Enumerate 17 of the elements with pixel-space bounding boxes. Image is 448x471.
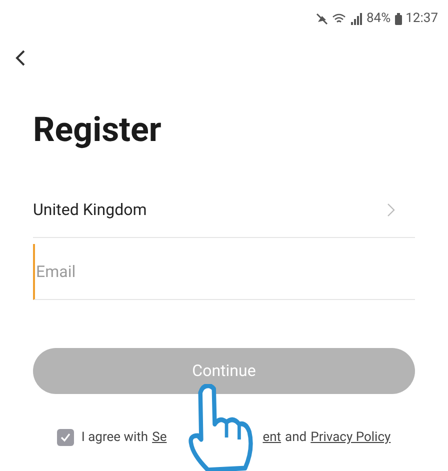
- agreement-text: I agree with: [81, 429, 148, 447]
- page-title: Register: [33, 109, 162, 152]
- battery-icon: [394, 13, 402, 25]
- service-agreement-link-end[interactable]: ent: [262, 428, 282, 448]
- signal-icon: [350, 13, 362, 25]
- battery-percent: 84%: [366, 10, 391, 28]
- wifi-icon: [332, 13, 346, 25]
- chevron-right-icon: [387, 202, 395, 216]
- agree-checkbox[interactable]: [57, 429, 74, 446]
- clock-time: 12:37: [406, 10, 438, 28]
- agreement-joiner: and: [285, 429, 307, 447]
- country-selector[interactable]: United Kingdom: [33, 182, 415, 238]
- privacy-policy-link[interactable]: Privacy Policy: [310, 428, 391, 448]
- email-field[interactable]: Email: [33, 244, 415, 300]
- checkmark-icon: [60, 432, 72, 444]
- mute-icon: [316, 13, 328, 25]
- service-agreement-link[interactable]: Se: [152, 428, 167, 448]
